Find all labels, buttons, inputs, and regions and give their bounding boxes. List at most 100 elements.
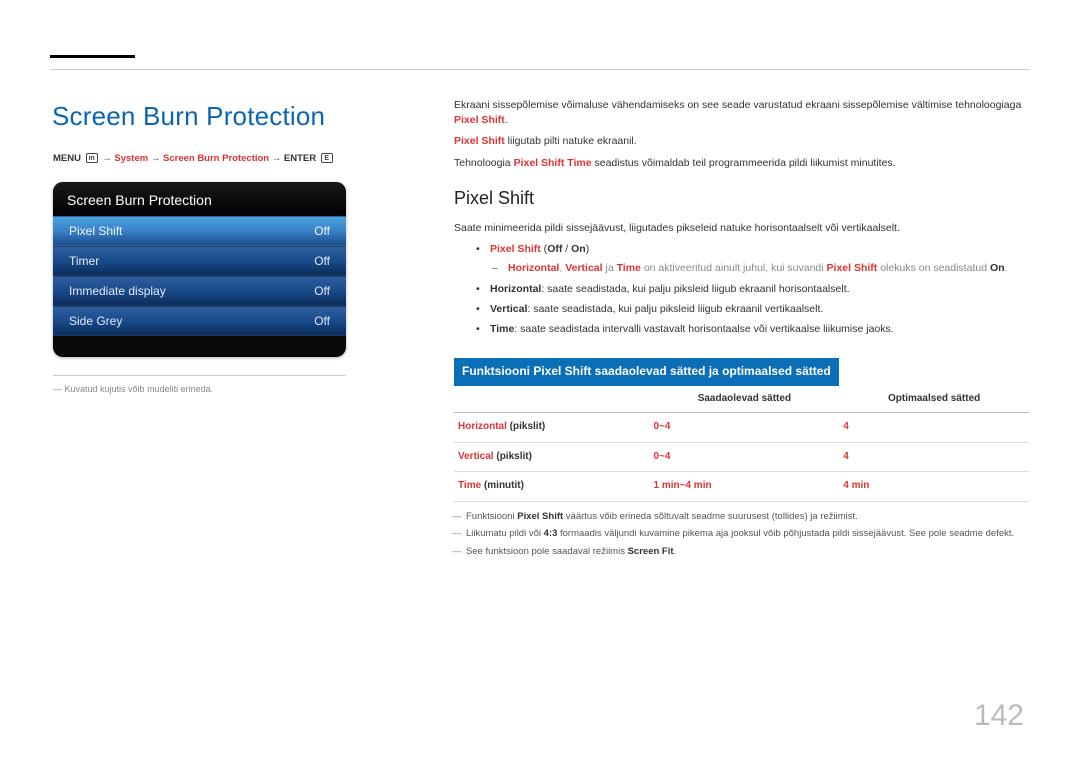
osd-title: Screen Burn Protection [53,182,346,216]
osd-row-value: Off [314,313,330,330]
bullet-pixel-shift: Pixel Shift (Off / On) Horizontal, Verti… [476,242,1030,276]
bc-sbp: Screen Burn Protection [163,153,269,164]
keyword-pixel-shift-time: Pixel Shift Time [514,157,592,169]
bc-system: System [114,153,148,164]
osd-row-label: Immediate display [69,283,166,300]
text: seadistus võimaldab teil programmeerida … [592,157,896,169]
keyword: Vertical [490,303,527,315]
cell-label-red: Vertical [458,451,494,462]
osd-row-value: Off [314,223,330,240]
cell-label-unit: (pikslit) [507,421,545,432]
value-on: On [990,262,1005,274]
th-available: Saadaolevad sätted [650,386,840,413]
sub-bullet-activation: Horizontal, Vertical ja Time on aktiveer… [506,261,1030,276]
section-heading: Pixel Shift [454,185,1030,211]
osd-row-value: Off [314,283,330,300]
osd-note-rule [53,375,346,376]
osd-row-side-grey[interactable]: Side Grey Off [53,306,346,336]
bullet-horizontal: Horizontal: saate seadistada, kui palju … [476,282,1030,297]
cell-label-unit: (pikslit) [494,451,532,462]
value-on: On [571,243,586,255]
bullet-list: Pixel Shift (Off / On) Horizontal, Verti… [476,242,1030,337]
text: . [505,114,508,126]
page-number: 142 [974,694,1024,738]
text: / [562,243,571,255]
osd-row-label: Timer [69,253,99,270]
dash-icon: ― [53,384,62,394]
text: Ekraani sissepõlemise võimaluse vähendam… [454,99,1021,111]
keyword: Horizontal [508,262,559,274]
osd-row-value: Off [314,253,330,270]
keyword: Horizontal [490,283,541,295]
intro-p3: Tehnoloogia Pixel Shift Time seadistus v… [454,156,1030,171]
text: on aktiveeritud ainult juhul, kui suvand… [641,262,827,274]
osd-row-immediate[interactable]: Immediate display Off [53,276,346,306]
intro-p2: Pixel Shift liigutab pilti natuke ekraan… [454,134,1030,149]
keyword: Time [617,262,641,274]
text: olekuks on seadistatud [877,262,990,274]
cell-available: 0~4 [650,413,840,443]
settings-table: Saadaolevad sätted Optimaalsed sätted Ho… [454,386,1029,502]
note-3: See funktsioon pole saadaval režiimis Sc… [454,545,1030,559]
header-rule-thin [50,69,1030,70]
content-column: Ekraani sissepõlemise võimaluse vähendam… [454,98,1030,563]
enter-icon: E [321,153,333,163]
table-caption-bar: Funktsiooni Pixel Shift saadaolevad sätt… [454,358,839,385]
cell-available: 1 min~4 min [650,472,840,502]
cell-label-red: Time [458,480,481,491]
bc-menu: MENU [53,153,81,164]
th-optimal: Optimaalsed sätted [839,386,1029,413]
header-rule-thick [50,55,135,58]
value-off: Off [547,243,562,255]
note-1: Funktsiooni Pixel Shift väärtus võib eri… [454,510,1030,524]
osd-row-timer[interactable]: Timer Off [53,246,346,276]
text: See funktsioon pole saadaval režiimis [466,546,628,557]
osd-note: ― Kuvatud kujutis võib mudeliti erineda. [53,383,213,396]
text: Liikumatu pildi või [466,528,544,539]
note-2: Liikumatu pildi või 4:3 formaadis väljun… [454,527,1030,541]
text: ) [586,243,590,255]
th-blank [454,386,650,413]
keyword: Pixel Shift [827,262,878,274]
page-title: Screen Burn Protection [52,98,325,136]
text: . [1005,262,1008,274]
osd-row-pixel-shift[interactable]: Pixel Shift Off [53,216,346,246]
osd-note-text: Kuvatud kujutis võib mudeliti erineda. [65,384,214,394]
cell-optimal: 4 min [839,472,1029,502]
text: : saate seadistada, kui palju piksleid l… [527,303,823,315]
keyword-pixel-shift: Pixel Shift [454,114,505,126]
text: väärtus võib erineda sõltuvalt seadme su… [563,511,858,522]
keyword: Vertical [565,262,602,274]
text: : saate seadistada intervalli vastavalt … [514,323,893,335]
table-row: Vertical (pikslit) 0~4 4 [454,442,1029,472]
text: ja [603,262,617,274]
keyword: Pixel Shift [490,243,541,255]
keyword: Pixel Shift [517,511,563,522]
intro-p1: Ekraani sissepõlemise võimaluse vähendam… [454,98,1030,128]
osd-row-label: Side Grey [69,313,122,330]
table-row: Time (minutit) 1 min~4 min 4 min [454,472,1029,502]
breadcrumb: MENU m → System → Screen Burn Protection… [53,152,335,166]
bullet-time: Time: saate seadistada intervalli vastav… [476,322,1030,337]
menu-icon: m [86,153,98,163]
keyword: Time [490,323,514,335]
cell-optimal: 4 [839,413,1029,443]
section-lead: Saate minimeerida pildi sissejäävust, li… [454,221,1030,236]
keyword: 4:3 [544,528,558,539]
osd-panel: Screen Burn Protection Pixel Shift Off T… [53,182,346,357]
cell-label-unit: (minutit) [481,480,524,491]
text: : saate seadistada, kui palju piksleid l… [541,283,849,295]
text: Funktsiooni [466,511,517,522]
text: . [674,546,677,557]
bullet-vertical: Vertical: saate seadistada, kui palju pi… [476,302,1030,317]
keyword: Screen Fit [628,546,674,557]
cell-optimal: 4 [839,442,1029,472]
post-notes: Funktsiooni Pixel Shift väärtus võib eri… [454,510,1030,559]
keyword-pixel-shift: Pixel Shift [454,135,505,147]
bc-enter: ENTER [284,153,316,164]
table-row: Horizontal (pikslit) 0~4 4 [454,413,1029,443]
cell-label-red: Horizontal [458,421,507,432]
text: formaadis väljundi kuvamine pikema aja j… [557,528,1014,539]
cell-available: 0~4 [650,442,840,472]
text: liigutab pilti natuke ekraanil. [505,135,637,147]
